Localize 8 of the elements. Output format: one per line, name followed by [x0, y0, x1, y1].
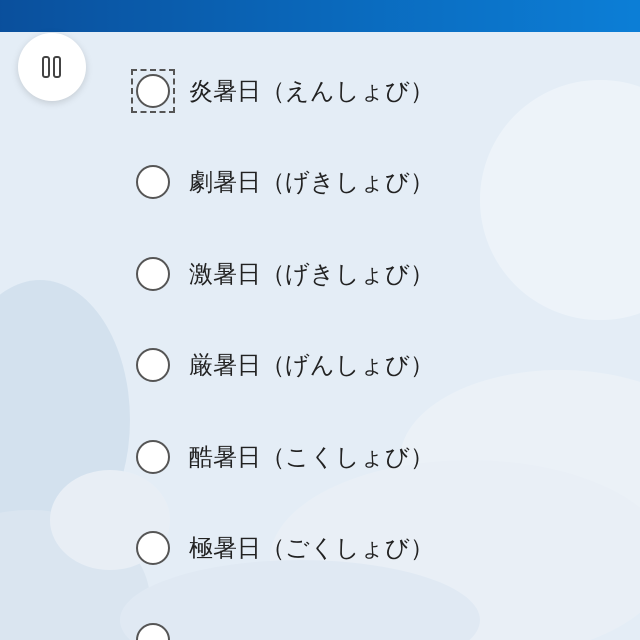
option-label: 酷暑日（こくしょび）	[189, 442, 434, 473]
radio-button[interactable]	[131, 68, 175, 113]
option-label: 厳暑日（げんしょび）	[189, 350, 434, 382]
option-label: 炎暑日（えんしょび）	[189, 76, 434, 107]
option-label: 極暑日（ごくしょび）	[189, 533, 434, 564]
pause-icon	[41, 56, 63, 78]
option-label: 激暑日（げきしょび）	[189, 258, 434, 290]
option-label: 劇暑日（げきしょび）	[189, 167, 434, 198]
